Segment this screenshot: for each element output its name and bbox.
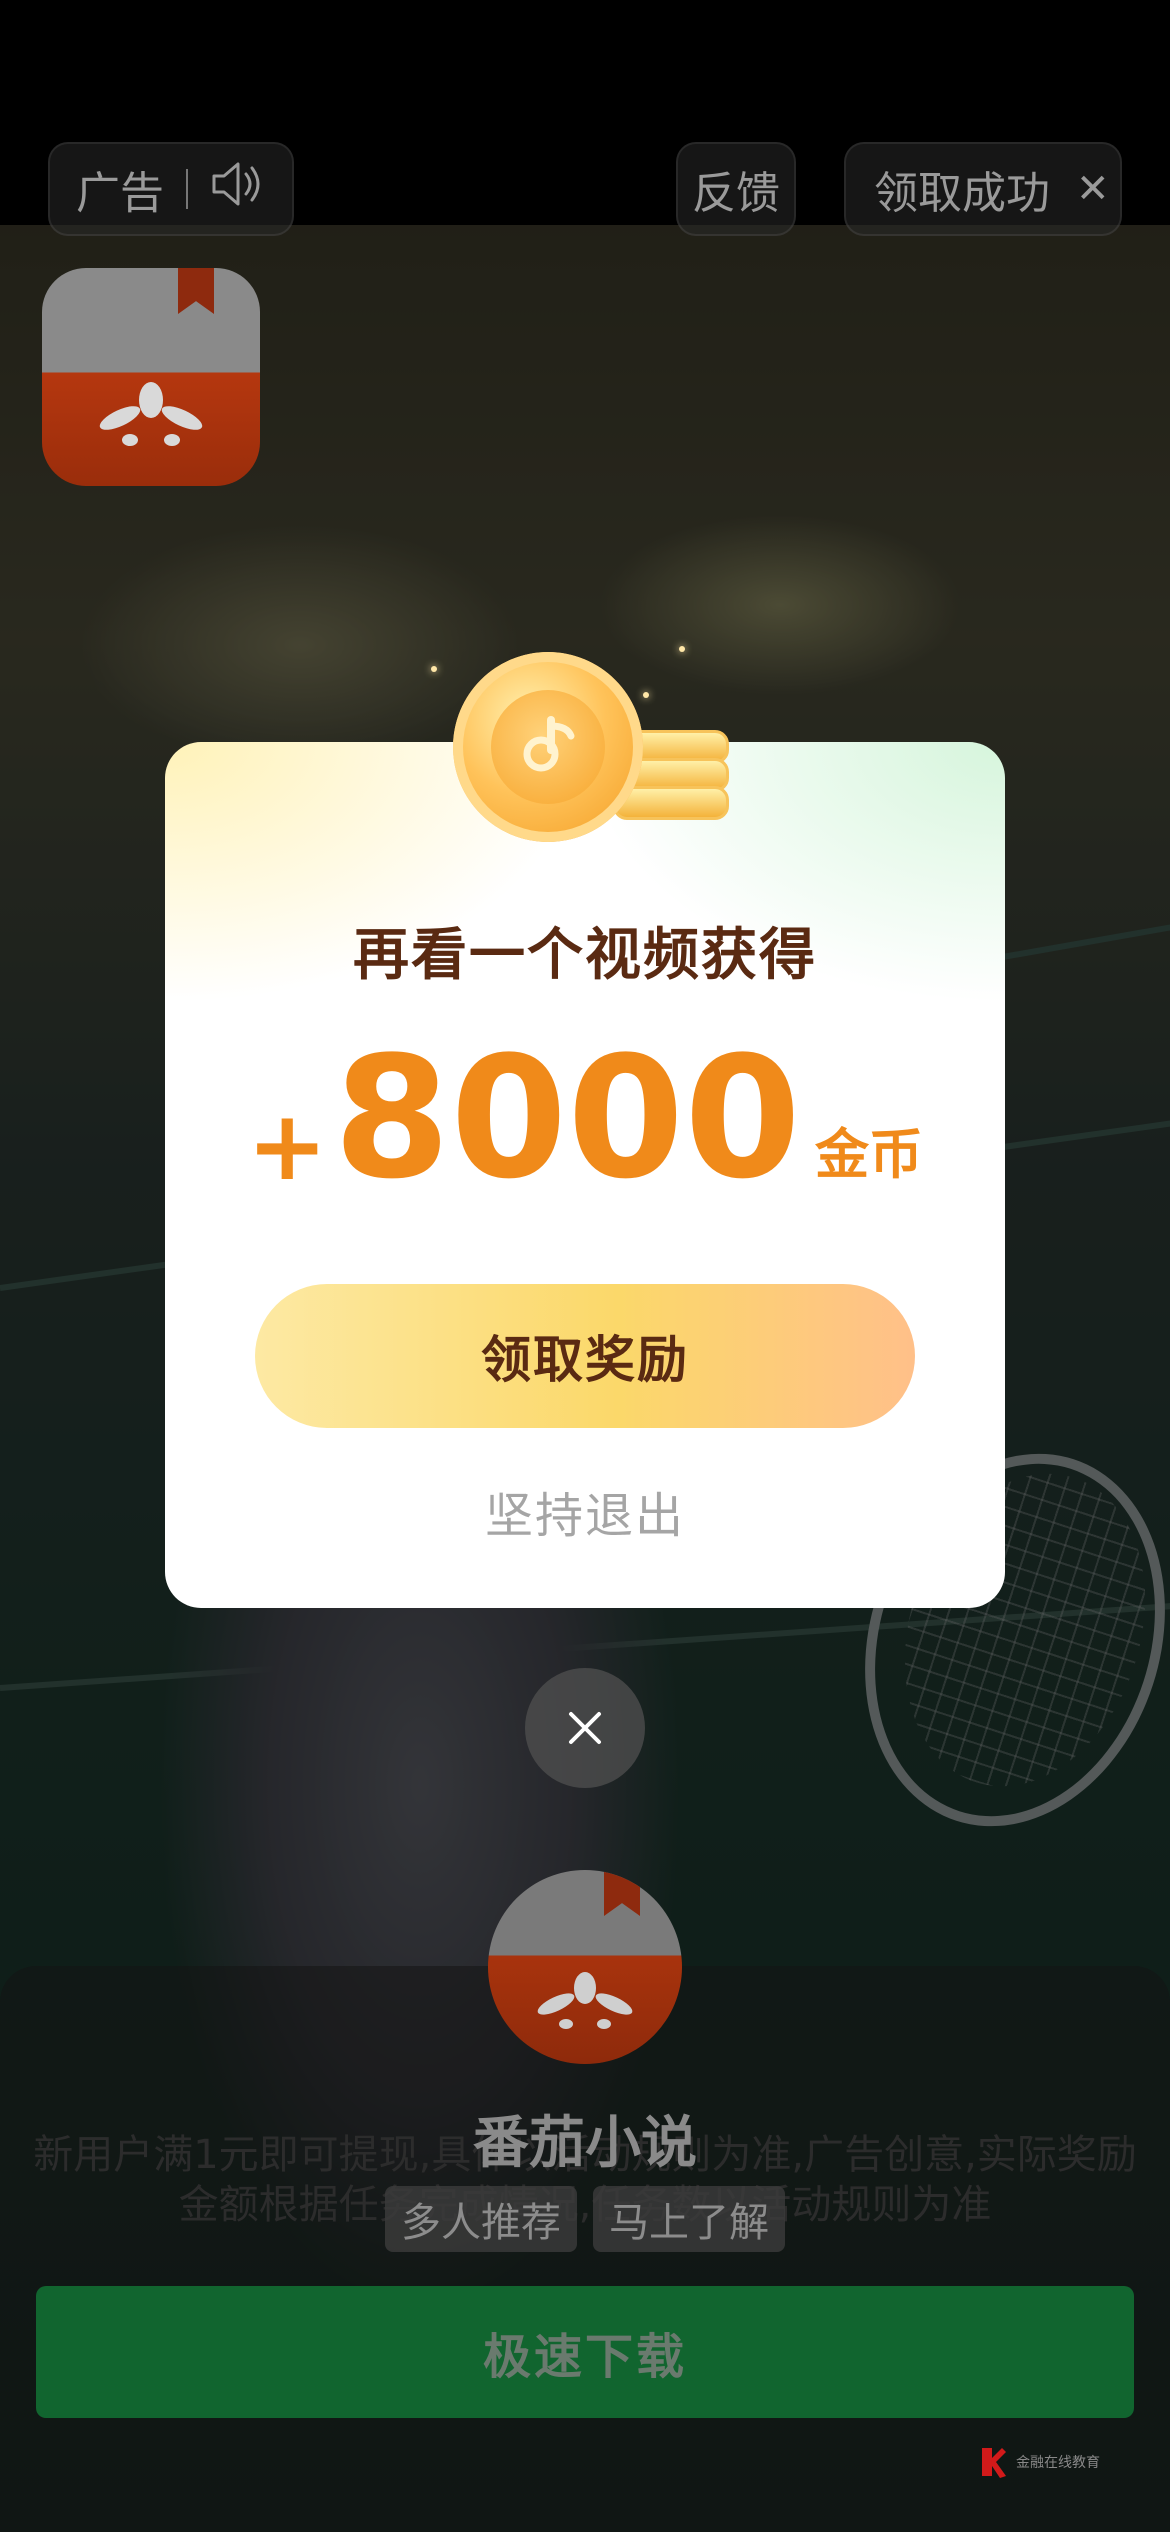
dialog-close-button[interactable]: [525, 1668, 645, 1788]
reward-dialog: 再看一个视频获得 + 8000 金币 领取奖励 坚持退出: [165, 646, 1005, 1608]
tag-item: 马上了解: [593, 2186, 785, 2252]
feedback-label: 反馈: [692, 168, 780, 219]
tag-item: 多人推荐: [385, 2186, 577, 2252]
sparkle-icon: [643, 692, 649, 698]
coin-illustration: [431, 646, 753, 872]
sparkle-icon: [679, 646, 685, 652]
reward-status-label: 领取成功: [874, 168, 1050, 219]
amount-value: 8000: [333, 1020, 801, 1216]
download-button[interactable]: 极速下载: [36, 2286, 1134, 2418]
close-icon: [569, 1712, 601, 1744]
reward-status-pill[interactable]: 领取成功 ✕: [844, 142, 1122, 236]
tomato-icon: [537, 1972, 633, 2029]
ad-label-pill: 广告: [48, 142, 294, 236]
screen: 广告 反馈 领取成功 ✕ 再看一个视频获得 + 8000 金币 领取奖励 坚持退…: [0, 0, 1170, 2532]
quit-link[interactable]: 坚持退出: [165, 1476, 1005, 1546]
watermark-logo-icon: [982, 2448, 1006, 2478]
ad-label: 广告: [76, 168, 164, 219]
watermark-text: 金融在线教育: [1016, 2455, 1100, 2471]
download-label: 极速下载: [482, 2329, 687, 2385]
close-icon[interactable]: ✕: [1076, 166, 1110, 212]
divider: [186, 169, 188, 209]
amount-unit: 金币: [815, 1123, 923, 1186]
coin-inner: [491, 690, 605, 804]
watermark: 金融在线教育: [978, 2444, 1100, 2480]
amount-prefix: +: [246, 1090, 328, 1202]
claim-reward-button[interactable]: 领取奖励: [255, 1284, 915, 1428]
app-name: 番茄小说: [473, 2111, 697, 2176]
app-icon[interactable]: [488, 1870, 682, 2064]
tag-list: 多人推荐 马上了解: [0, 2186, 1170, 2252]
feedback-button[interactable]: 反馈: [676, 142, 796, 236]
speaker-icon[interactable]: [210, 160, 266, 219]
claim-reward-label: 领取奖励: [481, 1331, 689, 1389]
sparkle-icon: [431, 666, 437, 672]
dialog-title: 再看一个视频获得: [353, 923, 817, 988]
reward-amount: + 8000 金币: [165, 1034, 1005, 1202]
coin-glyph-icon: [523, 716, 575, 772]
app-logo: [42, 268, 260, 486]
tomato-icon: [99, 382, 203, 446]
coin-icon: [453, 652, 643, 842]
